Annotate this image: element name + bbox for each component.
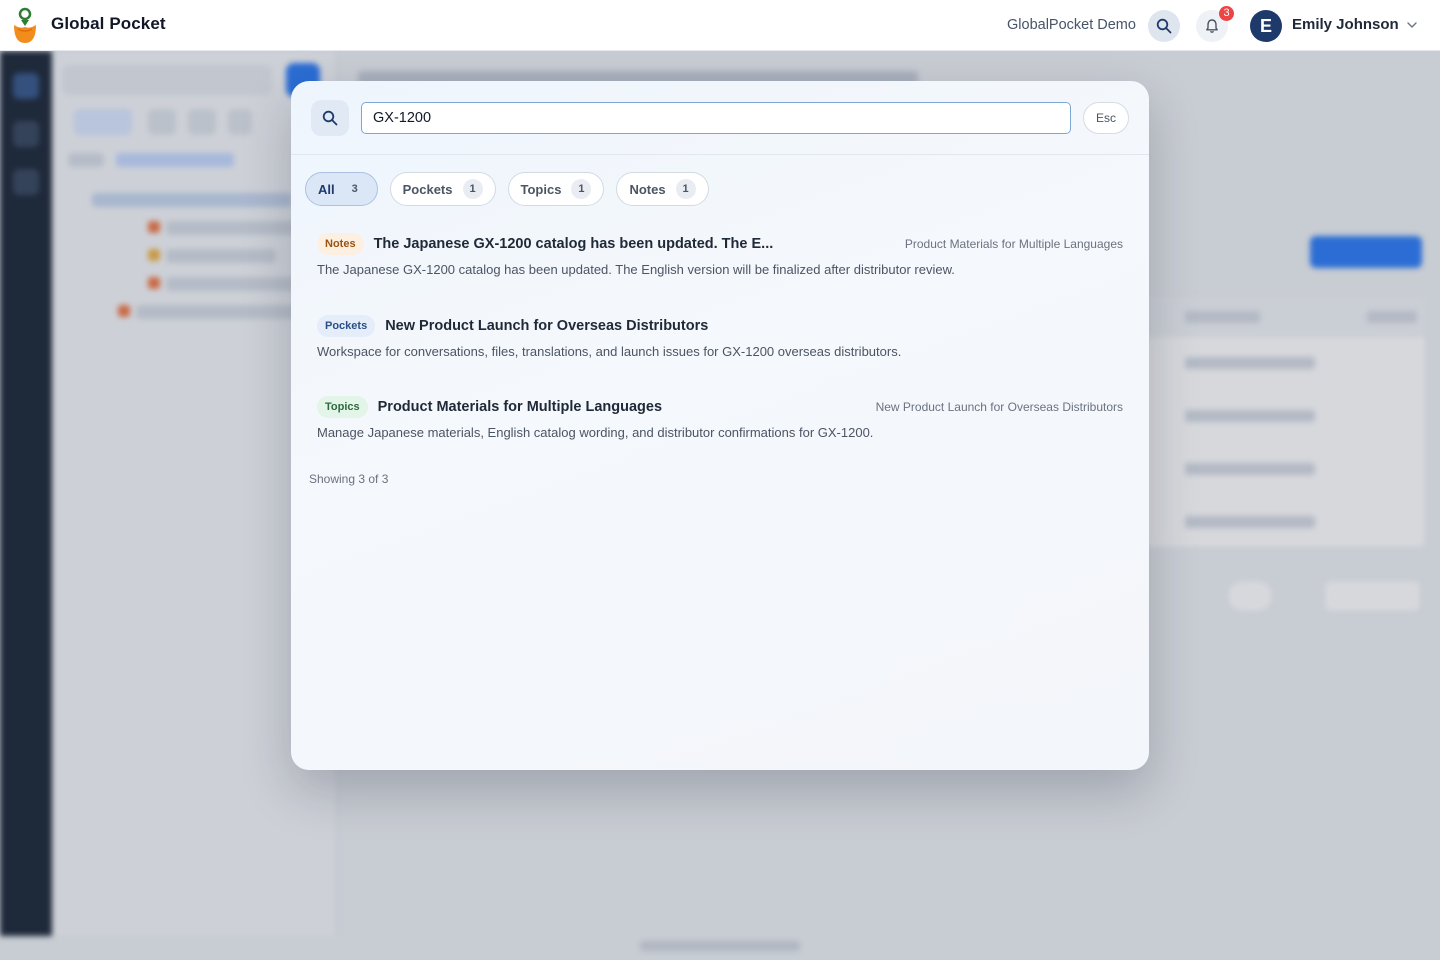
tab-notes[interactable]: Notes 1 <box>616 172 709 206</box>
search-icon <box>1156 18 1172 34</box>
tab-count: 3 <box>351 183 358 195</box>
result-type-badge: Notes <box>317 233 364 255</box>
result-context: Product Materials for Multiple Languages <box>904 237 1123 251</box>
results-count: Showing 3 of 3 <box>309 472 389 486</box>
result-type-badge: Topics <box>317 396 368 418</box>
result-description: Manage Japanese materials, English catal… <box>317 425 874 440</box>
search-result[interactable]: Notes The Japanese GX-1200 catalog has b… <box>317 232 1123 277</box>
notification-badge: 3 <box>1219 6 1234 21</box>
filter-tabs: All 3 Pockets 1 Topics 1 Notes 1 <box>305 172 709 206</box>
workspace-name[interactable]: GlobalPocket Demo <box>1007 17 1136 33</box>
result-title[interactable]: Product Materials for Multiple Languages <box>378 399 662 415</box>
result-header: Notes The Japanese GX-1200 catalog has b… <box>317 232 1123 256</box>
user-name[interactable]: Emily Johnson <box>1292 16 1399 33</box>
result-title[interactable]: New Product Launch for Overseas Distribu… <box>385 318 708 334</box>
tab-count: 1 <box>462 179 483 199</box>
result-description: Workspace for conversations, files, tran… <box>317 344 902 359</box>
result-context: New Product Launch for Overseas Distribu… <box>875 400 1123 414</box>
tab-label: Topics <box>520 181 562 197</box>
result-title[interactable]: The Japanese GX-1200 catalog has been up… <box>374 236 774 252</box>
result-header: Pockets New Product Launch for Overseas … <box>317 314 1123 338</box>
app-name: Global Pocket <box>51 14 166 33</box>
tab-pockets[interactable]: Pockets 1 <box>389 172 496 206</box>
modal-search-icon-button[interactable] <box>311 100 349 136</box>
result-header: Topics Product Materials for Multiple La… <box>317 395 1123 419</box>
tab-all[interactable]: All 3 <box>305 172 378 206</box>
result-description: The Japanese GX-1200 catalog has been up… <box>317 262 955 277</box>
top-bar: Global Pocket GlobalPocket Demo 3 E Emil… <box>0 0 1440 51</box>
bell-icon <box>1206 19 1218 33</box>
tab-label: Notes <box>629 181 666 197</box>
search-bar: Esc <box>291 81 1149 155</box>
tab-label: All <box>318 181 335 197</box>
result-type-badge: Pockets <box>317 315 376 337</box>
esc-button[interactable]: Esc <box>1083 102 1129 134</box>
search-result[interactable]: Topics Product Materials for Multiple La… <box>317 395 1123 440</box>
tab-label: Pockets <box>402 181 453 197</box>
avatar[interactable]: E <box>1250 10 1282 42</box>
search-modal: Esc All 3 Pockets 1 Topics 1 Notes 1 Not… <box>291 81 1149 770</box>
tab-count: 1 <box>571 179 592 199</box>
notifications-button[interactable]: 3 <box>1196 6 1234 42</box>
search-result[interactable]: Pockets New Product Launch for Overseas … <box>317 314 1123 359</box>
chevron-down-icon[interactable] <box>1405 18 1419 32</box>
header-search-button[interactable] <box>1148 10 1180 42</box>
search-icon <box>322 110 338 126</box>
search-input[interactable] <box>361 102 1071 134</box>
tab-count: 1 <box>675 179 696 199</box>
tab-topics[interactable]: Topics 1 <box>507 172 605 206</box>
app-logo-icon <box>14 7 36 43</box>
